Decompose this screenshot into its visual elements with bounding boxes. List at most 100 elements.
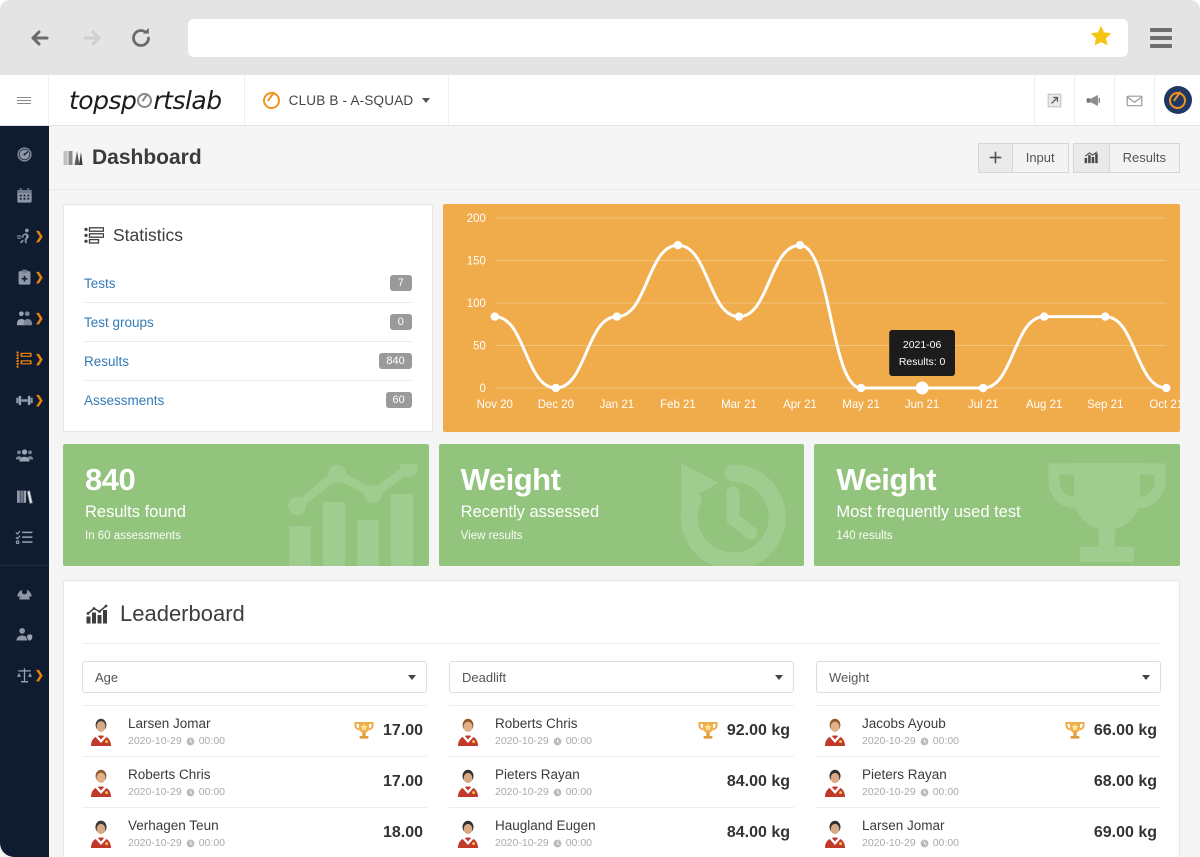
results-icon-button[interactable] <box>1072 142 1110 173</box>
list-item[interactable]: Roberts Chris 2020-10-29 00:00 92.00 kg <box>449 706 794 757</box>
highlight-mid: Recently assessed <box>460 502 600 521</box>
clock-icon <box>920 788 929 796</box>
sidebar-item-tests[interactable]: ❯ <box>0 339 49 380</box>
result-date: 2020-10-29 00:00 <box>862 786 1094 798</box>
trophy-icon <box>1065 722 1085 739</box>
highlight-big: Weight <box>460 462 561 497</box>
avatar <box>453 716 483 746</box>
sidebar-toggle-button[interactable] <box>0 75 49 125</box>
add-input-icon-button[interactable] <box>977 142 1013 173</box>
sidebar: ❯ ❯ ❯ ❯ ❯ ❯ <box>0 126 49 857</box>
address-bar[interactable] <box>188 18 1128 57</box>
list-item[interactable]: Larsen Jomar 2020-10-29 00:00 69.00 kg <box>816 808 1161 857</box>
highlight-card-results[interactable]: 840 Results found In 60 assessments <box>63 444 429 566</box>
list-item[interactable]: Jacobs Ayoub 2020-10-29 00:00 66.00 kg <box>816 706 1161 757</box>
brand-text-part2: rtslab <box>153 85 222 115</box>
result-date: 2020-10-29 00:00 <box>495 837 727 849</box>
sidebar-item-tasks[interactable] <box>0 517 49 558</box>
list-item[interactable]: Larsen Jomar 2020-10-29 00:00 17.00 <box>82 706 427 757</box>
sidebar-item-exercises[interactable]: ❯ <box>0 380 49 421</box>
bar-chart-icon <box>86 604 108 624</box>
sidebar-item-library[interactable] <box>0 476 49 517</box>
top-navigation-bar: topsp rtslab CLUB B - A-SQUAD <box>0 75 1200 126</box>
topnav-spacer <box>449 75 1034 125</box>
results-line-chart[interactable]: 0 50 100 150 200 Nov 20 Dec 20 Jan 21 Feb 21 Mar … <box>442 204 1180 432</box>
value-text: 92.00 kg <box>726 722 790 739</box>
squad-selector[interactable]: CLUB B - A-SQUAD <box>245 75 450 125</box>
statistics-row[interactable]: Results 840 <box>84 342 412 381</box>
leaderboard-column: Weight Jacobs Ayoub 2020-10-29 00:00 66.… <box>816 661 1161 857</box>
sidebar-item-permissions[interactable] <box>0 614 49 655</box>
date-text: 2020-10-29 <box>862 786 916 798</box>
sidebar-item-training[interactable]: ❯ <box>0 216 49 257</box>
running-icon <box>16 228 29 244</box>
avatar <box>820 818 850 848</box>
clock-icon <box>920 737 929 745</box>
sidebar-item-staff[interactable] <box>0 435 49 476</box>
leaderboard-column: Deadlift Roberts Chris 2020-10-29 00:00 … <box>449 661 794 857</box>
bookmark-star-icon[interactable] <box>1088 23 1114 52</box>
date-text: 2020-10-29 <box>862 735 916 747</box>
chart-canvas: 0 50 100 150 200 Nov 20 Dec 20 Jan 21 Feb 21 Mar … <box>467 213 1180 411</box>
avatar <box>86 716 116 746</box>
reload-button[interactable] <box>116 13 166 63</box>
athlete-name: Roberts Chris <box>495 716 578 731</box>
leaderboard-test-select[interactable]: Age <box>82 661 427 693</box>
sidebar-item-compare[interactable]: ❯ <box>0 655 49 696</box>
squad-logo-icon <box>262 91 280 109</box>
sidebar-item-account[interactable] <box>0 573 49 614</box>
external-link-icon[interactable] <box>1034 75 1074 125</box>
statistics-row[interactable]: Tests 7 <box>84 264 412 303</box>
statistics-row[interactable]: Test groups 0 <box>84 303 412 342</box>
list-item[interactable]: Pieters Rayan 2020-10-29 00:00 84.00 kg <box>449 757 794 808</box>
list-item[interactable]: Pieters Rayan 2020-10-29 00:00 68.00 kg <box>816 757 1161 808</box>
back-button[interactable] <box>16 13 66 63</box>
sidebar-item-dashboard[interactable] <box>0 134 49 175</box>
user-avatar[interactable] <box>1154 75 1200 125</box>
result-value: 84.00 kg <box>727 824 790 842</box>
sidebar-item-groups[interactable]: ❯ <box>0 298 49 339</box>
megaphone-icon[interactable] <box>1074 75 1114 125</box>
dumbbell-icon <box>16 395 33 406</box>
sidebar-divider <box>0 565 49 566</box>
sidebar-item-calendar[interactable] <box>0 175 49 216</box>
highlight-card-recent[interactable]: Weight Recently assessed View results <box>438 444 805 566</box>
athlete-name: Pieters Rayan <box>862 767 947 782</box>
leaderboard-test-select[interactable]: Deadlift <box>449 661 794 693</box>
brand-o-icon <box>137 92 153 108</box>
highlight-card-frequent[interactable]: Weight Most frequently used test 140 res… <box>814 444 1181 566</box>
results-button[interactable]: Results <box>1109 142 1180 173</box>
clock-icon <box>186 788 195 796</box>
avatar <box>86 767 116 797</box>
result-date: 2020-10-29 00:00 <box>128 735 353 747</box>
brand-logo[interactable]: topsp rtslab <box>49 75 245 125</box>
value-text: 84.00 kg <box>726 824 790 841</box>
list-item[interactable]: Roberts Chris 2020-10-29 00:00 17.00 <box>82 757 427 808</box>
trophy-icon <box>354 722 374 739</box>
squad-label: CLUB B - A-SQUAD <box>288 92 414 108</box>
statistics-row[interactable]: Assessments 60 <box>84 381 412 419</box>
value-text: 69.00 kg <box>1093 824 1157 841</box>
list-item[interactable]: Verhagen Teun 2020-10-29 00:00 18.00 <box>82 808 427 857</box>
sidebar-item-medical[interactable]: ❯ <box>0 257 49 298</box>
date-text: 2020-10-29 <box>495 735 549 747</box>
highlight-mid: Results found <box>85 502 186 521</box>
chart-icon <box>63 150 83 165</box>
books-icon <box>16 490 33 504</box>
highlight-cards-row: 840 Results found In 60 assessments Weig… <box>49 432 1200 566</box>
browser-menu-button[interactable] <box>1138 13 1184 63</box>
page-title-text: Dashboard <box>92 145 202 169</box>
svg-text:2021-06: 2021-06 <box>903 340 942 351</box>
forward-button[interactable] <box>66 13 116 63</box>
svg-text:Oct 21: Oct 21 <box>1149 399 1180 411</box>
chevron-down-icon <box>1142 674 1150 680</box>
date-text: 2020-10-29 <box>862 837 916 849</box>
user-circle-icon <box>17 588 32 600</box>
chevron-right-icon: ❯ <box>34 230 44 242</box>
envelope-icon[interactable] <box>1114 75 1154 125</box>
value-text: 18.00 <box>382 824 423 841</box>
list-item[interactable]: Haugland Eugen 2020-10-29 00:00 84.00 kg <box>449 808 794 857</box>
highlight-big: Weight <box>836 462 937 497</box>
input-button[interactable]: Input <box>1012 142 1069 173</box>
leaderboard-test-select[interactable]: Weight <box>816 661 1161 693</box>
